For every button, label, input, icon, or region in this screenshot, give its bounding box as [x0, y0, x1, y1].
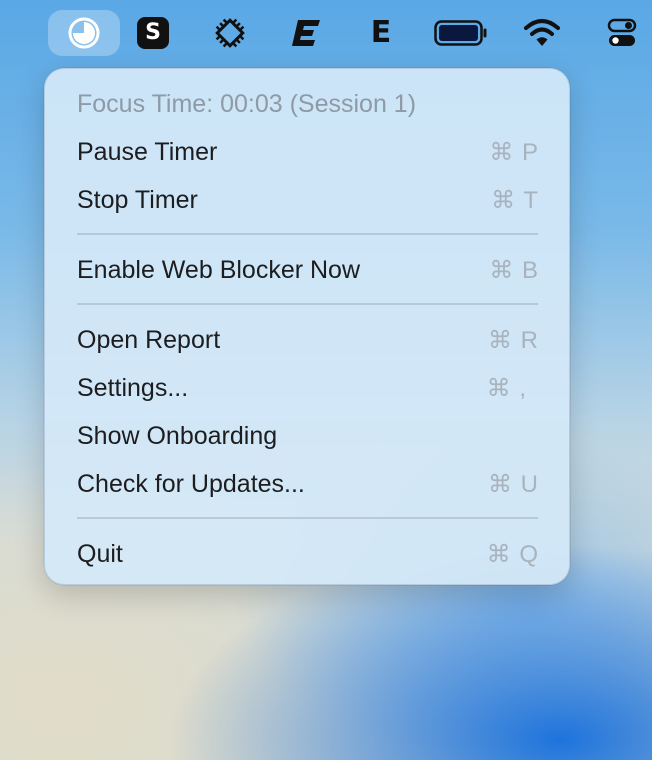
show-onboarding-label: Show Onboarding [77, 421, 278, 450]
diagonal-chip-app-icon [215, 18, 245, 48]
settings-menu-item[interactable]: Settings... ⌘ , [77, 368, 539, 408]
e-app-icon: E [370, 15, 392, 50]
stop-timer-menu-item[interactable]: Stop Timer ⌘ T [77, 180, 539, 220]
check-for-updates-menu-item[interactable]: Check for Updates... ⌘ U [77, 464, 539, 504]
control-center-menubar-item[interactable] [600, 10, 644, 56]
open-report-shortcut: ⌘ R [488, 326, 539, 354]
pause-timer-menu-item[interactable]: Pause Timer ⌘ P [77, 132, 539, 172]
quit-menu-item[interactable]: Quit ⌘ Q [77, 534, 539, 574]
quit-label: Quit [77, 539, 123, 568]
focus-time-status: Focus Time: 00:03 (Session 1) [77, 84, 539, 124]
s-app-icon-letter: S [145, 20, 161, 45]
s-app-icon: S [137, 17, 169, 49]
check-for-updates-shortcut: ⌘ U [488, 470, 539, 498]
menu-separator [77, 303, 538, 305]
wifi-menubar-item[interactable] [518, 10, 566, 56]
chip-app-menubar-item[interactable] [206, 10, 254, 56]
menu-separator [77, 517, 538, 519]
control-center-icon [607, 18, 637, 46]
focus-timer-app-icon [68, 17, 100, 49]
battery-icon [434, 20, 487, 46]
settings-shortcut: ⌘ , [486, 374, 527, 402]
check-for-updates-label: Check for Updates... [77, 469, 305, 498]
focus-timer-menubar-item[interactable] [48, 10, 120, 56]
pause-timer-label: Pause Timer [77, 137, 218, 166]
enable-web-blocker-menu-item[interactable]: Enable Web Blocker Now ⌘ B [77, 250, 539, 290]
pause-timer-shortcut: ⌘ P [489, 138, 539, 166]
quit-shortcut: ⌘ Q [486, 540, 539, 568]
s-app-menubar-item[interactable]: S [130, 10, 176, 56]
wifi-icon [524, 19, 560, 46]
e-italic-app-icon [292, 20, 320, 46]
e-app-menubar-item[interactable]: E [360, 10, 402, 56]
stop-timer-label: Stop Timer [77, 185, 198, 214]
menu-separator [77, 233, 538, 235]
enable-web-blocker-label: Enable Web Blocker Now [77, 255, 361, 284]
e-italic-app-menubar-item[interactable] [284, 10, 328, 56]
open-report-menu-item[interactable]: Open Report ⌘ R [77, 320, 539, 360]
stop-timer-shortcut: ⌘ T [491, 186, 539, 214]
enable-web-blocker-shortcut: ⌘ B [489, 256, 539, 284]
focus-time-status-label: Focus Time: 00:03 (Session 1) [77, 89, 417, 118]
open-report-label: Open Report [77, 325, 221, 354]
menu-bar: S E [0, 0, 652, 68]
focus-timer-dropdown-menu: Focus Time: 00:03 (Session 1) Pause Time… [44, 68, 570, 585]
show-onboarding-menu-item[interactable]: Show Onboarding [77, 416, 539, 456]
settings-label: Settings... [77, 373, 189, 402]
battery-menubar-item[interactable] [430, 10, 492, 56]
